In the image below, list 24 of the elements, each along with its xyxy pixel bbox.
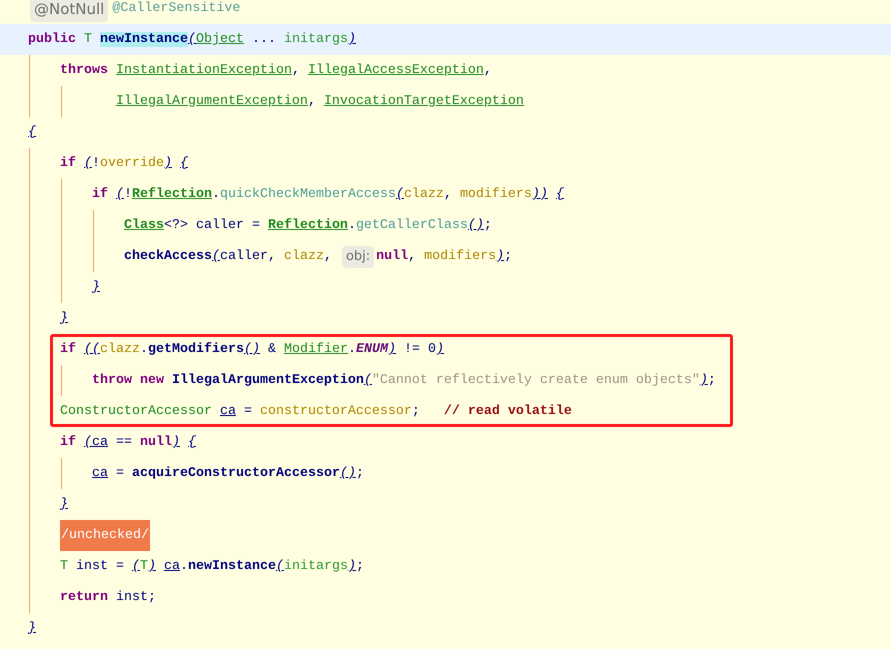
- code-line: public T newInstance(Object ... initargs): [28, 31, 356, 49]
- code-line: ConstructorAccessor ca = constructorAccessor; // read volatile: [60, 403, 572, 421]
- code-line: ca = acquireConstructorAccessor();: [92, 465, 364, 483]
- code-line: Class<?> caller = Reflection.getCallerClass();: [124, 217, 492, 235]
- unchecked-marker: /unchecked/: [60, 520, 150, 551]
- code-line: if (ca == null) {: [60, 434, 196, 452]
- code-line: if ((clazz.getModifiers() & Modifier.ENUM) != 0): [60, 341, 444, 359]
- code-line: if (!Reflection.quickCheckMemberAccess(clazz, modifiers)) {: [92, 186, 564, 204]
- code-line: }: [92, 279, 100, 297]
- code-line: IllegalArgumentException, InvocationTargetException: [116, 93, 524, 111]
- code-line: null, modifiers);: [376, 248, 512, 266]
- code-line: T inst = (T) ca.newInstance(initargs);: [60, 558, 364, 576]
- code-line: }: [60, 310, 68, 328]
- code-line: if (!override) {: [60, 155, 188, 173]
- code-line: throw new IllegalArgumentException("Cannot reflectively create enum objects");: [92, 372, 716, 390]
- code-line: }: [60, 496, 68, 514]
- code-line: return inst;: [60, 589, 156, 607]
- code-line: }: [28, 620, 36, 638]
- parameter-hint: obj:: [342, 246, 374, 268]
- code-line: @CallerSensitive: [112, 0, 240, 18]
- annotation-hint: @NotNull: [30, 0, 108, 22]
- code-line: checkAccess(caller, clazz,: [124, 248, 333, 266]
- code-line: throws InstantiationException, IllegalAccessException,: [60, 62, 492, 80]
- code-line: {: [28, 124, 36, 142]
